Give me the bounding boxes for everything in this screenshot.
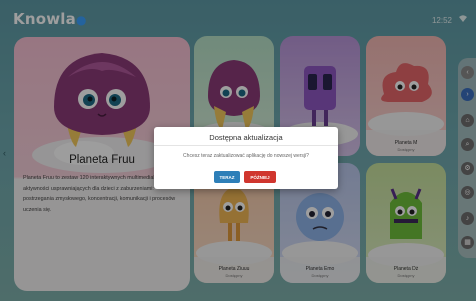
dialog-divider bbox=[154, 145, 338, 146]
update-now-button[interactable]: TERAZ bbox=[214, 171, 240, 183]
dialog-message: Chcesz teraz zaktualizować aplikację do … bbox=[183, 153, 309, 159]
dialog-title: Dostępna aktualizacja bbox=[209, 133, 283, 142]
update-dialog: Dostępna aktualizacja Chcesz teraz zaktu… bbox=[154, 127, 338, 189]
update-later-button[interactable]: PÓŹNIEJ bbox=[244, 171, 276, 183]
